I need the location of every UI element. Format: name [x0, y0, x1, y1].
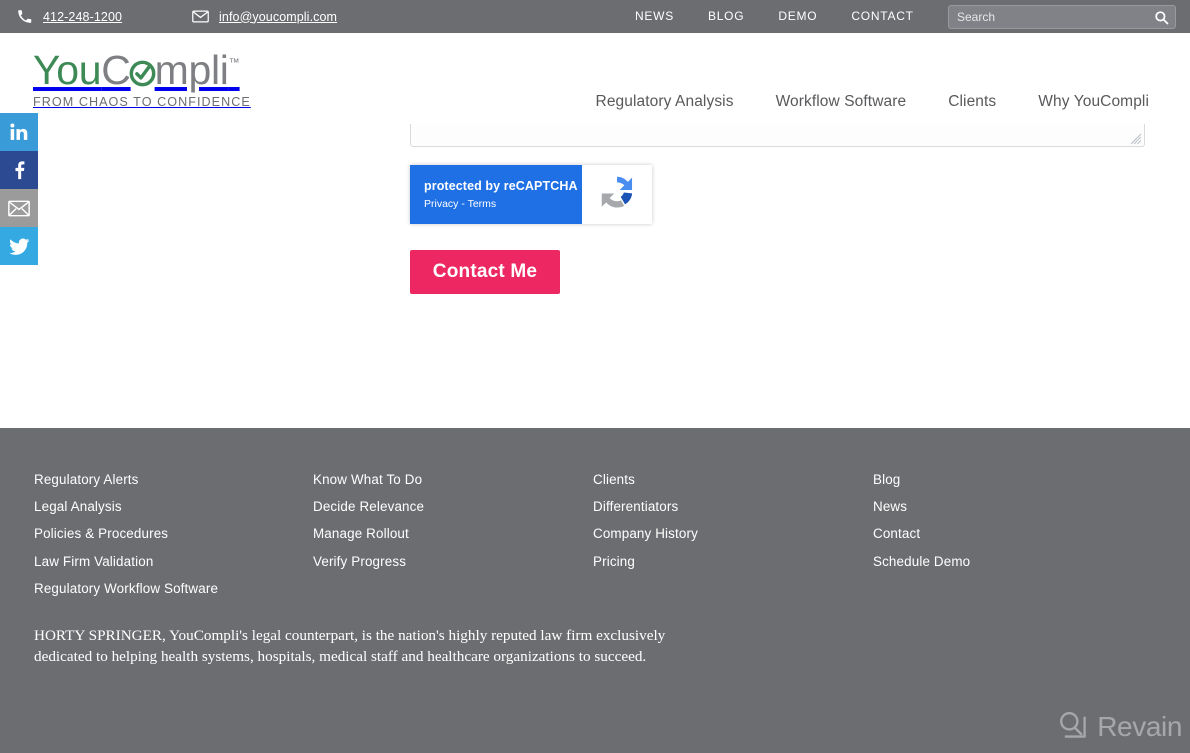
footer-link-legal-analysis[interactable]: Legal Analysis	[34, 493, 313, 520]
textarea-resize-handle[interactable]	[1130, 132, 1142, 145]
logo-trademark: ™	[228, 57, 240, 69]
top-utility-bar: 412-248-1200 info@youcompli.com NEWS BLO…	[0, 0, 1190, 33]
main-nav-item-clients[interactable]: Clients	[927, 93, 1017, 111]
topbar-email-text: info@youcompli.com	[219, 9, 338, 24]
footer-link-law-firm-validation[interactable]: Law Firm Validation	[34, 548, 313, 575]
phone-icon	[14, 9, 34, 25]
envelope-icon	[8, 200, 30, 217]
footer-link-regulatory-alerts[interactable]: Regulatory Alerts	[34, 466, 313, 493]
top-nav-item-contact[interactable]: CONTACT	[834, 0, 930, 33]
social-rail-facebook[interactable]	[0, 151, 38, 189]
main-nav: Regulatory Analysis Workflow Software Cl…	[575, 93, 1172, 111]
site-header: YouC mpli™ FROM CHAOS TO CONFIDENCE Regul…	[0, 33, 1190, 128]
social-share-rail	[0, 113, 38, 265]
logo-text-you: You	[33, 47, 102, 93]
footer-column-3: Clients Differentiators Company History …	[593, 466, 873, 602]
site-footer: Regulatory Alerts Legal Analysis Policie…	[0, 428, 1190, 753]
message-textarea[interactable]	[410, 124, 1145, 147]
recaptcha-badge[interactable]: protected by reCAPTCHA Privacy - Terms	[410, 165, 652, 224]
main-nav-item-why-youcompli[interactable]: Why YouCompli	[1017, 93, 1172, 111]
footer-link-pricing[interactable]: Pricing	[593, 548, 873, 575]
footer-link-blog[interactable]: Blog	[873, 466, 1152, 493]
footer-column-1: Regulatory Alerts Legal Analysis Policie…	[34, 466, 313, 602]
search-icon[interactable]	[1154, 10, 1169, 25]
contact-me-button[interactable]: Contact Me	[410, 250, 560, 294]
logo-wordmark: YouC mpli™	[33, 41, 273, 92]
footer-link-differentiators[interactable]: Differentiators	[593, 493, 873, 520]
check-circle-icon	[129, 60, 156, 87]
recaptcha-logo-panel	[582, 165, 652, 224]
footer-link-manage-rollout[interactable]: Manage Rollout	[313, 520, 593, 547]
footer-link-columns: Regulatory Alerts Legal Analysis Policie…	[0, 466, 1190, 602]
contact-form-section: protected by reCAPTCHA Privacy - Terms C…	[0, 124, 1190, 428]
footer-partner-blurb: HORTY SPRINGER, YouCompli's legal counte…	[34, 627, 666, 665]
top-nav-item-blog[interactable]: BLOG	[691, 0, 761, 33]
footer-link-regulatory-workflow-software[interactable]: Regulatory Workflow Software	[34, 575, 313, 602]
top-nav: NEWS BLOG DEMO CONTACT	[618, 0, 931, 33]
linkedin-icon	[9, 122, 29, 142]
footer-link-news[interactable]: News	[873, 493, 1152, 520]
footer-link-decide-relevance[interactable]: Decide Relevance	[313, 493, 593, 520]
main-nav-item-regulatory-analysis[interactable]: Regulatory Analysis	[575, 93, 755, 111]
social-rail-email[interactable]	[0, 189, 38, 227]
topbar-email-link[interactable]: info@youcompli.com	[190, 9, 337, 25]
recaptcha-title: protected by reCAPTCHA	[424, 179, 578, 193]
footer-link-verify-progress[interactable]: Verify Progress	[313, 548, 593, 575]
topbar-phone-text: 412-248-1200	[43, 9, 123, 24]
social-rail-linkedin[interactable]	[0, 113, 38, 151]
footer-link-clients[interactable]: Clients	[593, 466, 873, 493]
recaptcha-privacy-terms[interactable]: Privacy - Terms	[424, 198, 582, 211]
envelope-icon	[190, 9, 210, 25]
top-nav-item-news[interactable]: NEWS	[618, 0, 691, 33]
footer-link-schedule-demo[interactable]: Schedule Demo	[873, 548, 1152, 575]
logo-text-c: C	[101, 47, 131, 93]
facebook-icon	[9, 160, 29, 180]
footer-link-know-what-to-do[interactable]: Know What To Do	[313, 466, 593, 493]
topbar-contact-group: 412-248-1200 info@youcompli.com	[14, 9, 337, 25]
recaptcha-text-panel: protected by reCAPTCHA Privacy - Terms	[410, 165, 582, 224]
logo-tagline: FROM CHAOS TO CONFIDENCE	[33, 95, 251, 109]
recaptcha-icon	[596, 171, 638, 218]
logo-text-mpli: mpli	[154, 47, 229, 93]
footer-link-company-history[interactable]: Company History	[593, 520, 873, 547]
footer-link-policies-procedures[interactable]: Policies & Procedures	[34, 520, 313, 547]
footer-column-4: Blog News Contact Schedule Demo	[873, 466, 1152, 602]
topbar-phone-link[interactable]: 412-248-1200	[14, 9, 122, 25]
twitter-icon	[8, 236, 30, 257]
top-nav-item-demo[interactable]: DEMO	[761, 0, 834, 33]
site-logo[interactable]: YouC mpli™ FROM CHAOS TO CONFIDENCE	[33, 41, 273, 109]
main-nav-item-workflow-software[interactable]: Workflow Software	[755, 93, 928, 111]
footer-link-contact[interactable]: Contact	[873, 520, 1152, 547]
search-input[interactable]	[957, 6, 1154, 28]
search-box[interactable]	[948, 5, 1176, 29]
footer-bottom-bar: © 2022 YouCompli. All rights reserved. |…	[0, 748, 1190, 753]
social-rail-twitter[interactable]	[0, 227, 38, 265]
footer-column-2: Know What To Do Decide Relevance Manage …	[313, 466, 593, 602]
